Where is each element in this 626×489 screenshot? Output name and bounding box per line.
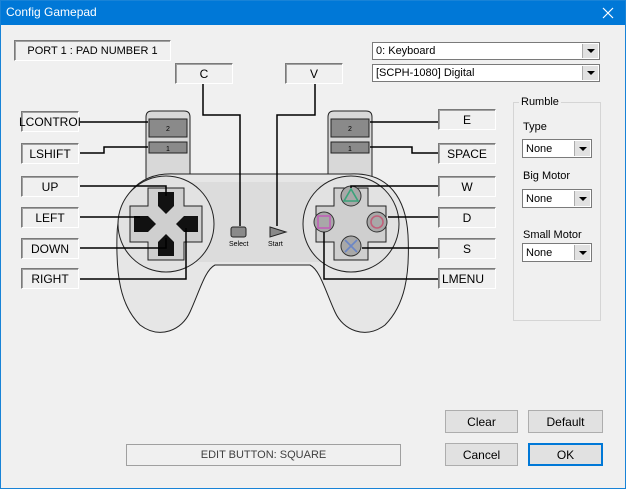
- l1-text: 1: [166, 146, 170, 153]
- l2-text: 2: [166, 126, 170, 133]
- rumble-group: [513, 102, 601, 321]
- cross-button[interactable]: [340, 235, 362, 257]
- binding-left[interactable]: LEFT: [21, 207, 79, 228]
- status-text: EDIT BUTTON: SQUARE: [126, 444, 401, 466]
- r2-text: 2: [348, 126, 352, 133]
- binding-r1[interactable]: SPACE: [438, 143, 496, 164]
- circle-button[interactable]: [366, 211, 388, 233]
- chevron-down-icon: [574, 245, 590, 260]
- device-select[interactable]: 0: Keyboard: [372, 42, 600, 60]
- rumble-type-value: None: [526, 142, 553, 155]
- binding-start[interactable]: V: [285, 63, 343, 84]
- pad-type-select[interactable]: [SCPH-1080] Digital: [372, 64, 600, 82]
- binding-up[interactable]: UP: [21, 176, 79, 197]
- binding-triangle[interactable]: W: [438, 176, 496, 197]
- default-button[interactable]: Default: [528, 410, 603, 433]
- square-button[interactable]: [313, 211, 335, 233]
- device-select-value: 0: Keyboard: [376, 45, 436, 57]
- binding-right[interactable]: RIGHT: [21, 268, 79, 289]
- r1-text: 1: [348, 146, 352, 153]
- big-motor-value: None: [526, 192, 553, 205]
- binding-l2[interactable]: LCONTROI: [19, 111, 81, 132]
- small-motor-select[interactable]: None: [522, 243, 592, 262]
- rumble-group-title: Rumble: [519, 96, 561, 108]
- binding-cross[interactable]: S: [438, 238, 496, 259]
- clear-button[interactable]: Clear: [445, 410, 518, 433]
- select-button[interactable]: [230, 226, 247, 238]
- chevron-down-icon: [582, 66, 598, 80]
- binding-l1[interactable]: LSHIFT: [21, 143, 79, 164]
- ok-button[interactable]: OK: [528, 443, 603, 466]
- small-motor-label: Small Motor: [523, 229, 582, 241]
- binding-select[interactable]: C: [175, 63, 233, 84]
- binding-square[interactable]: LMENU: [438, 268, 496, 289]
- triangle-button[interactable]: [340, 185, 362, 207]
- start-text: Start: [268, 241, 283, 248]
- pad-type-select-value: [SCPH-1080] Digital: [376, 67, 475, 79]
- chevron-down-icon: [582, 44, 598, 58]
- cancel-button[interactable]: Cancel: [445, 443, 518, 466]
- select-text: Select: [229, 241, 249, 248]
- big-motor-select[interactable]: None: [522, 189, 592, 208]
- binding-r2[interactable]: E: [438, 109, 496, 130]
- chevron-down-icon: [574, 191, 590, 206]
- rumble-type-label: Type: [523, 121, 547, 133]
- chevron-down-icon: [574, 141, 590, 156]
- binding-down[interactable]: DOWN: [21, 238, 79, 259]
- rumble-type-select[interactable]: None: [522, 139, 592, 158]
- binding-circle[interactable]: D: [438, 207, 496, 228]
- small-motor-value: None: [526, 246, 553, 259]
- port-label: PORT 1 : PAD NUMBER 1: [14, 40, 171, 61]
- big-motor-label: Big Motor: [523, 170, 571, 182]
